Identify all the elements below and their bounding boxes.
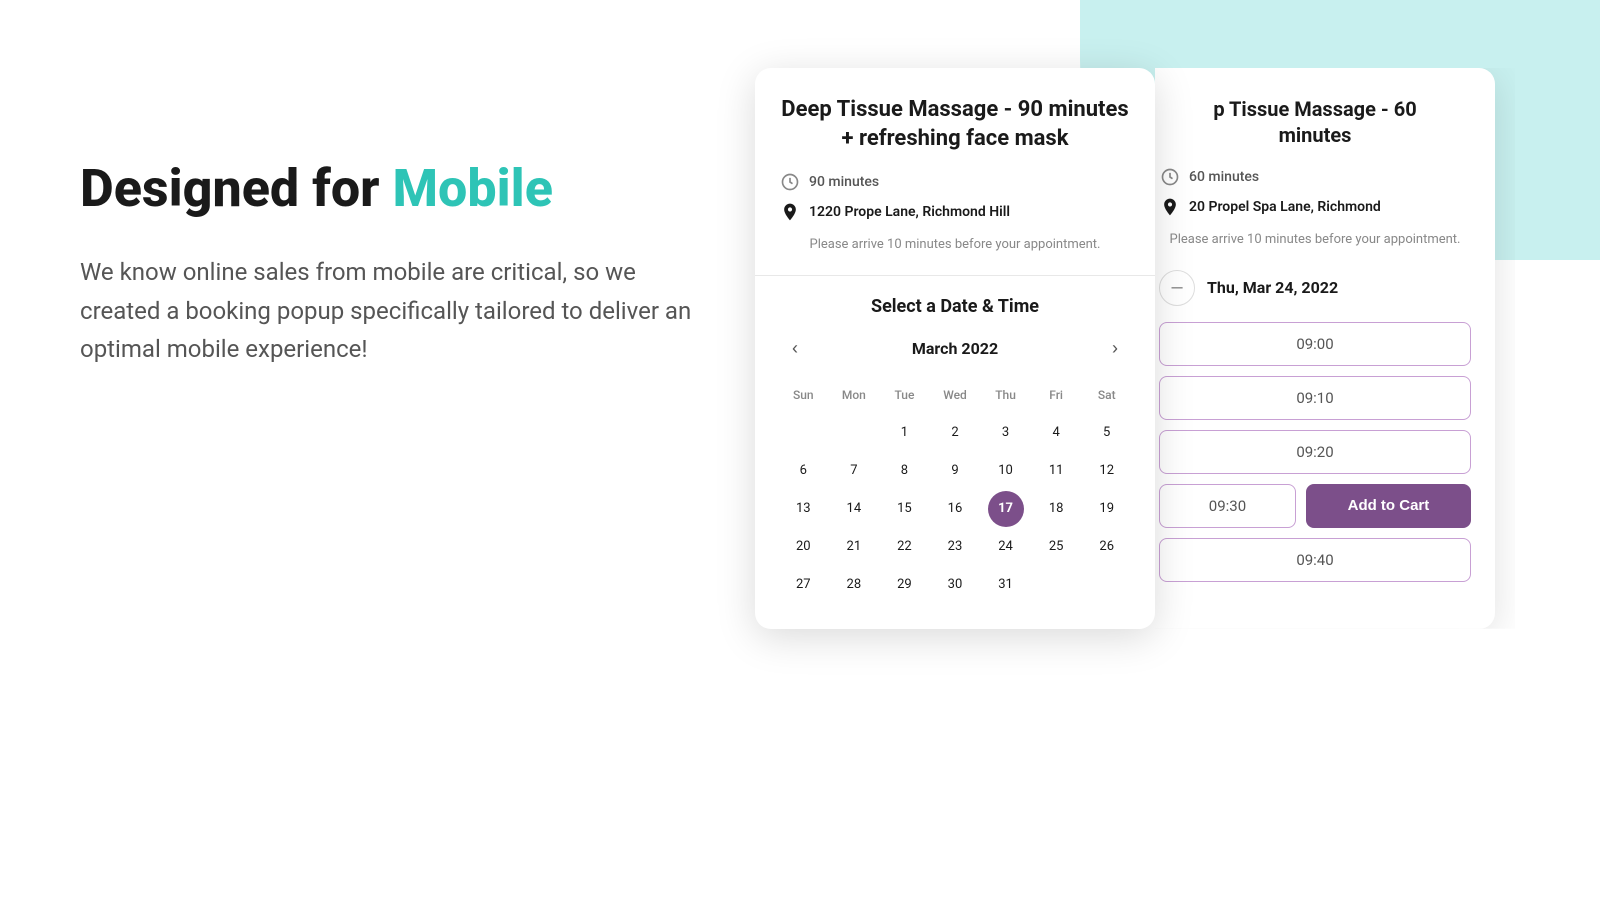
primary-booking-card: Deep Tissue Massage - 90 minutes + refre…: [755, 68, 1155, 629]
secondary-arrival-note: Please arrive 10 minutes before your app…: [1159, 230, 1471, 250]
cal-day-11[interactable]: 11: [1038, 453, 1074, 489]
day-sat: Sat: [1089, 377, 1125, 413]
day-wed: Wed: [937, 377, 973, 413]
calendar-section-title: Select a Date & Time: [779, 296, 1131, 317]
cal-day-24[interactable]: 24: [988, 529, 1024, 565]
cal-day-21[interactable]: 21: [836, 529, 872, 565]
arrival-note: Please arrive 10 minutes before your app…: [779, 235, 1131, 255]
headline-accent: Mobile: [392, 158, 552, 219]
cal-day-27[interactable]: 27: [785, 567, 821, 603]
cal-day-26[interactable]: 26: [1089, 529, 1125, 565]
cal-day-22[interactable]: 22: [886, 529, 922, 565]
calendar-days-header: Sun Mon Tue Wed Thu Fri Sat: [779, 377, 1131, 413]
duration-row: 90 minutes: [779, 171, 1131, 193]
secondary-duration-text: 60 minutes: [1189, 169, 1259, 185]
day-fri: Fri: [1038, 377, 1074, 413]
prev-month-button[interactable]: ‹: [779, 333, 811, 365]
headline-text: Designed for: [80, 158, 392, 219]
secondary-duration-row: 60 minutes: [1159, 166, 1471, 188]
cal-day-20[interactable]: 20: [785, 529, 821, 565]
calendar-week-4: 20 21 22 23 24 25 26: [779, 529, 1131, 565]
location-row: 1220 Prope Lane, Richmond Hill: [779, 201, 1131, 223]
duration-text: 90 minutes: [809, 174, 879, 190]
date-prev-button[interactable]: –: [1159, 270, 1195, 306]
day-mon: Mon: [836, 377, 872, 413]
cal-day-5[interactable]: 5: [1089, 415, 1125, 451]
calendar-section: Select a Date & Time ‹ March 2022 › Sun …: [779, 296, 1131, 603]
time-slot-0910[interactable]: 09:10: [1159, 376, 1471, 420]
time-slot-row-0930: 09:30 Add to Cart: [1159, 484, 1471, 528]
date-header: – Thu, Mar 24, 2022: [1159, 270, 1471, 306]
cal-day-29[interactable]: 29: [886, 567, 922, 603]
next-month-button[interactable]: ›: [1099, 333, 1131, 365]
secondary-title-prefix: p Tissue Massage - 60: [1213, 97, 1416, 121]
clock-icon: [779, 171, 801, 193]
cal-day-9[interactable]: 9: [937, 453, 973, 489]
cal-day-23[interactable]: 23: [937, 529, 973, 565]
day-sun: Sun: [785, 377, 821, 413]
month-year-label: March 2022: [912, 339, 998, 358]
service-meta: 90 minutes 1220 Prope Lane, Richmond Hil…: [779, 171, 1131, 223]
location-icon: [779, 201, 801, 223]
secondary-location-icon: [1159, 196, 1181, 218]
cal-day-2[interactable]: 2: [937, 415, 973, 451]
cal-day-1[interactable]: 1: [886, 415, 922, 451]
secondary-clock-icon: [1159, 166, 1181, 188]
time-slot-0940[interactable]: 09:40: [1159, 538, 1471, 582]
cal-day-3[interactable]: 3: [988, 415, 1024, 451]
calendar-week-1: 1 2 3 4 5: [779, 415, 1131, 451]
secondary-card-title: p Tissue Massage - 60 minutes: [1159, 96, 1471, 148]
time-slot-0900[interactable]: 09:00: [1159, 322, 1471, 366]
divider: [755, 275, 1155, 276]
secondary-service-meta: 60 minutes 20 Propel Spa Lane, Richmond: [1159, 166, 1471, 218]
cal-day-13[interactable]: 13: [785, 491, 821, 527]
calendar-week-5: 27 28 29 30 31: [779, 567, 1131, 603]
cal-day-7[interactable]: 7: [836, 453, 872, 489]
time-slot-0920[interactable]: 09:20: [1159, 430, 1471, 474]
cal-day-15[interactable]: 15: [886, 491, 922, 527]
day-thu: Thu: [988, 377, 1024, 413]
main-headline: Designed for Mobile: [80, 160, 760, 217]
time-slots-list: 09:00 09:10 09:20 09:30 Add to Cart 09:4…: [1159, 322, 1471, 582]
day-tue: Tue: [886, 377, 922, 413]
primary-card-title: Deep Tissue Massage - 90 minutes + refre…: [779, 96, 1131, 153]
time-slot-0930[interactable]: 09:30: [1159, 484, 1296, 528]
cal-day-30[interactable]: 30: [937, 567, 973, 603]
body-text: We know online sales from mobile are cri…: [80, 253, 720, 368]
calendar-nav: ‹ March 2022 ›: [779, 333, 1131, 365]
cal-day-14[interactable]: 14: [836, 491, 872, 527]
calendar-week-3: 13 14 15 16 17 18 19: [779, 491, 1131, 527]
cal-day-25[interactable]: 25: [1038, 529, 1074, 565]
cal-day-10[interactable]: 10: [988, 453, 1024, 489]
cal-day-8[interactable]: 8: [886, 453, 922, 489]
add-to-cart-button[interactable]: Add to Cart: [1306, 484, 1471, 528]
cal-day-17[interactable]: 17: [988, 491, 1024, 527]
time-section: – Thu, Mar 24, 2022 09:00 09:10 09:20 09…: [1159, 270, 1471, 582]
selected-date-label: Thu, Mar 24, 2022: [1207, 278, 1338, 297]
cal-day-6[interactable]: 6: [785, 453, 821, 489]
cal-day-19[interactable]: 19: [1089, 491, 1125, 527]
location-text: 1220 Prope Lane, Richmond Hill: [809, 204, 1010, 220]
secondary-booking-card: p Tissue Massage - 60 minutes 60 minutes: [1135, 68, 1495, 629]
secondary-location-row: 20 Propel Spa Lane, Richmond: [1159, 196, 1471, 218]
cards-container: Deep Tissue Massage - 90 minutes + refre…: [755, 68, 1495, 629]
cal-day-28[interactable]: 28: [836, 567, 872, 603]
calendar-week-2: 6 7 8 9 10 11 12: [779, 453, 1131, 489]
cal-day-16[interactable]: 16: [937, 491, 973, 527]
cal-day-4[interactable]: 4: [1038, 415, 1074, 451]
calendar-grid: Sun Mon Tue Wed Thu Fri Sat 1 2 3 4 5: [779, 377, 1131, 603]
left-content-section: Designed for Mobile We know online sales…: [80, 160, 760, 368]
cal-day-12[interactable]: 12: [1089, 453, 1125, 489]
secondary-location-text: 20 Propel Spa Lane, Richmond: [1189, 199, 1381, 215]
cal-day-18[interactable]: 18: [1038, 491, 1074, 527]
cal-day-31[interactable]: 31: [988, 567, 1024, 603]
secondary-title-suffix: minutes: [1279, 123, 1352, 147]
